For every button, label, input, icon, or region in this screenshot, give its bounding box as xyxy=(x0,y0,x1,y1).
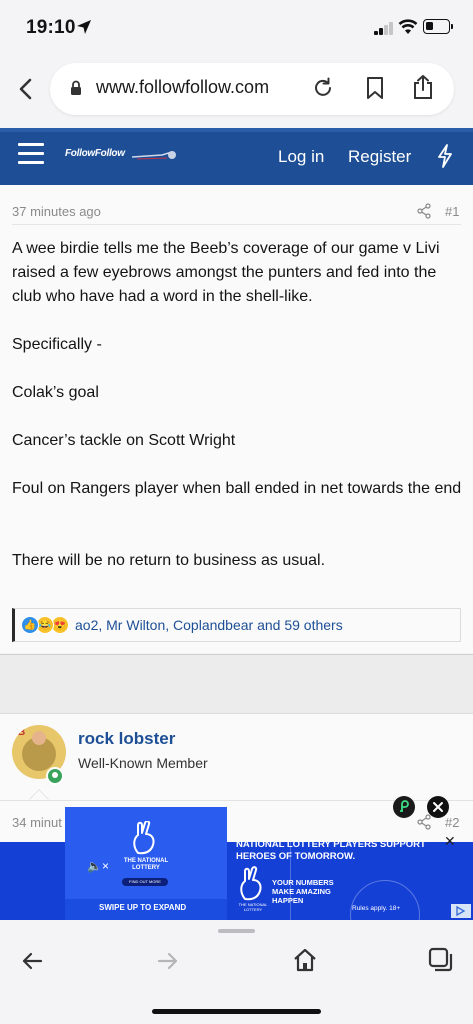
ad-card-brand: THE NATIONAL LOTTERY xyxy=(123,858,169,871)
post-timestamp[interactable]: 37 minutes ago xyxy=(12,204,101,219)
ad-subline: YOUR NUMBERS MAKE AMAZING HAPPEN xyxy=(272,878,334,905)
wifi-icon xyxy=(398,19,418,34)
reactions-bar[interactable]: 👍 😂 😍 ao2, Mr Wilton, Coplandbear and 59… xyxy=(12,608,461,642)
status-bar: 19:10 xyxy=(0,0,473,56)
post-share-icon[interactable] xyxy=(416,203,432,219)
register-link[interactable]: Register xyxy=(348,147,411,167)
browser-toolbar xyxy=(0,920,473,1024)
post-1: 37 minutes ago #1 A wee birdie tells me … xyxy=(0,185,473,653)
post-paragraph: Colak’s goal xyxy=(12,384,99,401)
share-icon[interactable] xyxy=(412,74,434,100)
lock-icon xyxy=(71,80,81,95)
battery-tip xyxy=(451,24,453,29)
lottery-hand-icon xyxy=(133,821,155,855)
tabs-icon[interactable] xyxy=(428,947,454,973)
ad-pin-icon[interactable] xyxy=(393,796,415,818)
post-paragraph: Specifically - xyxy=(12,336,102,353)
browser-address-bar: www.followfollow.com xyxy=(0,56,473,128)
post-paragraph: Foul on Rangers player when ball ended i… xyxy=(12,480,462,497)
post-paragraph: Cancer’s tackle on Scott Wright xyxy=(12,432,236,449)
logo-crest-icon xyxy=(132,151,176,160)
home-indicator xyxy=(152,1009,321,1014)
drag-handle[interactable] xyxy=(218,929,255,933)
mute-icon[interactable]: 🔈× xyxy=(87,859,109,873)
online-status-icon xyxy=(46,767,64,785)
site-logo[interactable]: FollowFollow xyxy=(62,145,180,163)
cellular-signal-icon xyxy=(374,22,394,35)
ad-swipe-text[interactable]: SWIPE UP TO EXPAND xyxy=(99,903,186,912)
post-timestamp[interactable]: 34 minut xyxy=(12,815,62,830)
reload-icon[interactable] xyxy=(312,77,334,99)
home-icon[interactable] xyxy=(292,947,318,973)
hamburger-menu-icon[interactable] xyxy=(18,143,44,165)
ad-brand-label: THE NATIONAL LOTTERY xyxy=(238,902,268,912)
forward-arrow-icon[interactable] xyxy=(156,949,180,973)
ad-headline: NATIONAL LOTTERY PLAYERS SUPPORT HEROES … xyxy=(236,839,426,862)
site-header: FollowFollow Log in Register xyxy=(0,128,473,185)
post-number[interactable]: #1 xyxy=(445,204,459,219)
browser-back-chevron-icon[interactable] xyxy=(12,75,40,103)
battery-icon xyxy=(423,19,450,34)
avatar-letter: B xyxy=(18,727,26,738)
lottery-hand-icon xyxy=(240,866,262,901)
url-field[interactable]: www.followfollow.com xyxy=(50,63,454,115)
logo-text: FollowFollow xyxy=(65,148,125,159)
message-caret xyxy=(29,789,49,809)
ad-close-icon[interactable] xyxy=(427,796,449,818)
ad-rules-text: Rules apply. 18+ xyxy=(352,905,401,912)
like-reaction-icon: 👍 xyxy=(21,616,39,634)
back-arrow-icon[interactable] xyxy=(20,949,44,973)
bookmark-icon[interactable] xyxy=(365,76,385,100)
ad-dismiss-icon[interactable]: ✕ xyxy=(444,833,456,850)
post-paragraph: There will be no return to business as u… xyxy=(12,552,326,569)
ad-find-out-more-button[interactable]: FIND OUT MORE xyxy=(122,878,168,886)
reactors-list[interactable]: ao2, Mr Wilton, Coplandbear and 59 other… xyxy=(75,617,343,633)
ad-choices-icon[interactable] xyxy=(451,904,471,918)
status-time: 19:10 xyxy=(26,17,76,38)
login-link[interactable]: Log in xyxy=(278,147,324,167)
user-title: Well-Known Member xyxy=(78,755,208,771)
location-arrow-icon xyxy=(77,20,91,34)
lightning-bolt-icon[interactable] xyxy=(436,144,454,168)
url-text[interactable]: www.followfollow.com xyxy=(96,77,269,98)
post-separator-band xyxy=(0,655,473,713)
divider xyxy=(12,224,461,225)
ad-expandable-card[interactable]: THE NATIONAL LOTTERY FIND OUT MORE 🔈× SW… xyxy=(65,807,227,920)
post-paragraph: A wee birdie tells me the Beeb’s coverag… xyxy=(12,240,440,305)
header-strip xyxy=(0,128,473,132)
username[interactable]: rock lobster xyxy=(78,729,175,749)
post-body: A wee birdie tells me the Beeb’s coverag… xyxy=(12,237,464,573)
